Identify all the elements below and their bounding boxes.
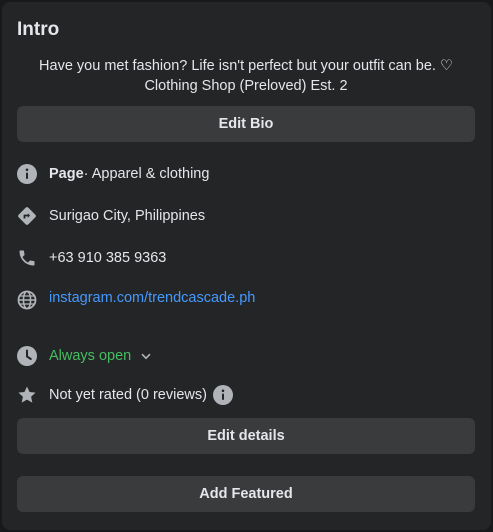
page-category-row: Page · Apparel & clothing — [17, 162, 209, 186]
location-text: Surigao City, Philippines — [49, 208, 206, 224]
directions-icon — [17, 206, 37, 226]
page-category: · Apparel & clothing — [83, 166, 210, 182]
page-label: Page — [49, 166, 84, 182]
rating-info-icon[interactable] — [212, 385, 233, 405]
edit-details-button[interactable]: Edit details — [17, 418, 475, 454]
intro-title: Intro — [17, 19, 60, 40]
website-link[interactable]: instagram.com/trendcascade.ph — [49, 290, 255, 306]
add-featured-button[interactable]: Add Featured — [17, 476, 475, 512]
hours-status: Always open — [49, 348, 132, 364]
bio-text: Have you met fashion? Life isn't perfect… — [17, 56, 475, 96]
edit-bio-button[interactable]: Edit Bio — [17, 106, 475, 142]
bio-line-1: Have you met fashion? Life isn't perfect… — [39, 58, 453, 74]
rating-row: Not yet rated (0 reviews) — [17, 383, 233, 407]
clock-icon — [17, 346, 37, 366]
star-icon — [17, 385, 37, 405]
rating-text: Not yet rated (0 reviews) — [49, 387, 207, 403]
location-row: Surigao City, Philippines — [17, 204, 205, 228]
phone-row: +63 910 385 9363 — [17, 246, 166, 270]
globe-icon — [17, 290, 37, 310]
info-icon — [17, 164, 37, 184]
bio-line-2: Clothing Shop (Preloved) Est. 2 — [144, 78, 348, 94]
hours-row[interactable]: Always open — [17, 344, 151, 368]
phone-icon — [17, 248, 37, 268]
intro-card: Intro Have you met fashion? Life isn't p… — [2, 2, 491, 530]
website-row: instagram.com/trendcascade.ph — [17, 286, 255, 310]
phone-number: +63 910 385 9363 — [49, 250, 167, 266]
chevron-down-icon[interactable] — [141, 353, 151, 360]
